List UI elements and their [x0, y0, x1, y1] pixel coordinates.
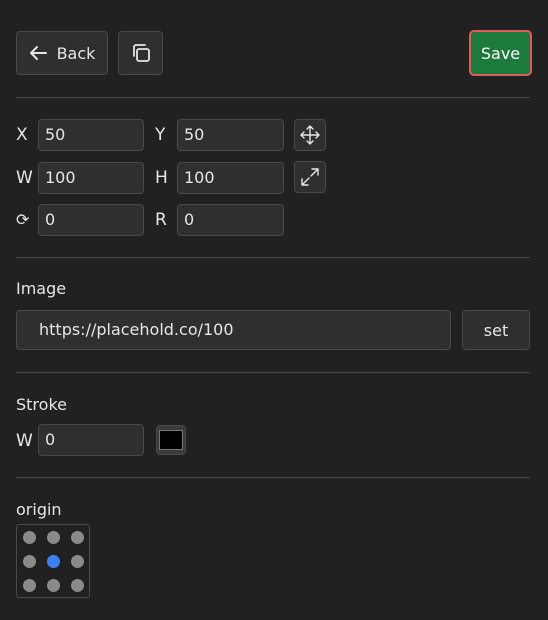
origin-top-left[interactable] — [23, 531, 36, 544]
origin-top-right[interactable] — [71, 531, 84, 544]
save-button[interactable]: Save — [469, 30, 532, 76]
origin-top-center[interactable] — [47, 531, 60, 544]
origin-section-title: origin — [16, 500, 62, 519]
divider — [16, 97, 530, 98]
move-button[interactable] — [294, 119, 326, 151]
r-label: R — [155, 210, 167, 230]
origin-middle-right[interactable] — [71, 555, 84, 568]
move-icon — [300, 125, 320, 145]
stroke-color-swatch[interactable] — [156, 425, 186, 455]
origin-bottom-right[interactable] — [71, 579, 84, 592]
copy-icon — [130, 42, 152, 64]
set-image-button[interactable]: set — [462, 310, 530, 350]
height-input[interactable]: 100 — [177, 162, 284, 194]
duplicate-button[interactable] — [118, 31, 163, 75]
stroke-section-title: Stroke — [16, 395, 67, 414]
w-label: W — [16, 168, 33, 188]
width-input[interactable]: 100 — [38, 162, 144, 194]
image-section-title: Image — [16, 279, 67, 298]
resize-button[interactable] — [294, 161, 326, 193]
divider — [16, 257, 530, 258]
x-input[interactable]: 50 — [38, 119, 144, 151]
origin-center[interactable] — [47, 555, 60, 568]
arrow-left-icon — [29, 45, 47, 61]
stroke-width-input[interactable]: 0 — [38, 424, 144, 456]
y-input[interactable]: 50 — [177, 119, 284, 151]
origin-bottom-center[interactable] — [47, 579, 60, 592]
rotation-input[interactable]: 0 — [38, 204, 144, 236]
color-preview — [159, 430, 183, 450]
radius-input[interactable]: 0 — [177, 204, 284, 236]
back-button[interactable]: Back — [16, 31, 108, 75]
y-label: Y — [155, 125, 166, 145]
stroke-width-label: W — [16, 431, 33, 451]
divider — [16, 372, 530, 373]
x-label: X — [16, 125, 28, 145]
back-label: Back — [56, 43, 96, 63]
image-url-input[interactable]: https://placehold.co/100 — [16, 310, 451, 350]
origin-bottom-left[interactable] — [23, 579, 36, 592]
expand-icon — [300, 167, 320, 187]
rotate-icon: ⟳ — [16, 210, 30, 229]
origin-middle-left[interactable] — [23, 555, 36, 568]
divider — [16, 477, 530, 478]
origin-picker — [16, 524, 90, 598]
h-label: H — [155, 168, 168, 188]
